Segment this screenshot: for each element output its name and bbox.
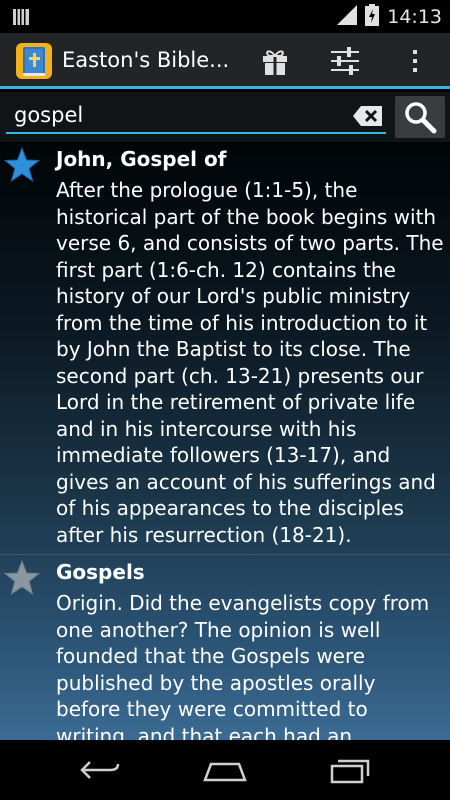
sliders-icon (331, 47, 359, 75)
back-icon (80, 761, 120, 779)
entry-body: Origin. Did the evangelists copy from on… (56, 591, 430, 740)
gift-icon (263, 50, 287, 75)
entry-title: John, Gospel of (56, 147, 227, 171)
battery-icon (365, 4, 380, 30)
star-favorite-icon[interactable] (3, 146, 41, 184)
search-button[interactable] (395, 96, 445, 138)
list-item[interactable]: Gospels Origin. Did the evangelists copy… (0, 555, 450, 740)
entry-body: After the prologue (1:1-5), the historic… (56, 178, 444, 547)
clock: 14:13 (387, 6, 442, 28)
status-bar: 14:13 (0, 0, 450, 33)
results-list[interactable]: John, Gospel of After the prologue (1:1-… (0, 142, 450, 740)
app-book-icon[interactable] (14, 41, 54, 81)
signal-icon (337, 5, 358, 29)
overflow-menu-button[interactable] (395, 41, 435, 81)
search-input[interactable] (6, 98, 386, 134)
list-item[interactable]: John, Gospel of After the prologue (1:1-… (0, 142, 450, 554)
action-bar: Easton's Bible... (0, 33, 450, 89)
home-icon (203, 762, 247, 782)
back-button[interactable] (70, 750, 130, 790)
search-icon (405, 102, 437, 134)
recent-apps-icon (330, 759, 370, 784)
recent-apps-button[interactable] (320, 750, 380, 790)
gift-button[interactable] (255, 41, 295, 81)
backspace-clear-icon (353, 106, 382, 126)
clear-search-button[interactable] (352, 104, 384, 128)
overflow-menu-icon (413, 50, 417, 72)
entry-title: Gospels (56, 560, 145, 584)
navigation-bar (0, 740, 450, 800)
home-button[interactable] (195, 750, 255, 790)
settings-sliders-button[interactable] (325, 41, 365, 81)
app-title: Easton's Bible... (62, 48, 230, 72)
search-bar (0, 92, 450, 142)
notification-icon (12, 8, 30, 30)
star-outline-icon[interactable] (3, 559, 41, 597)
